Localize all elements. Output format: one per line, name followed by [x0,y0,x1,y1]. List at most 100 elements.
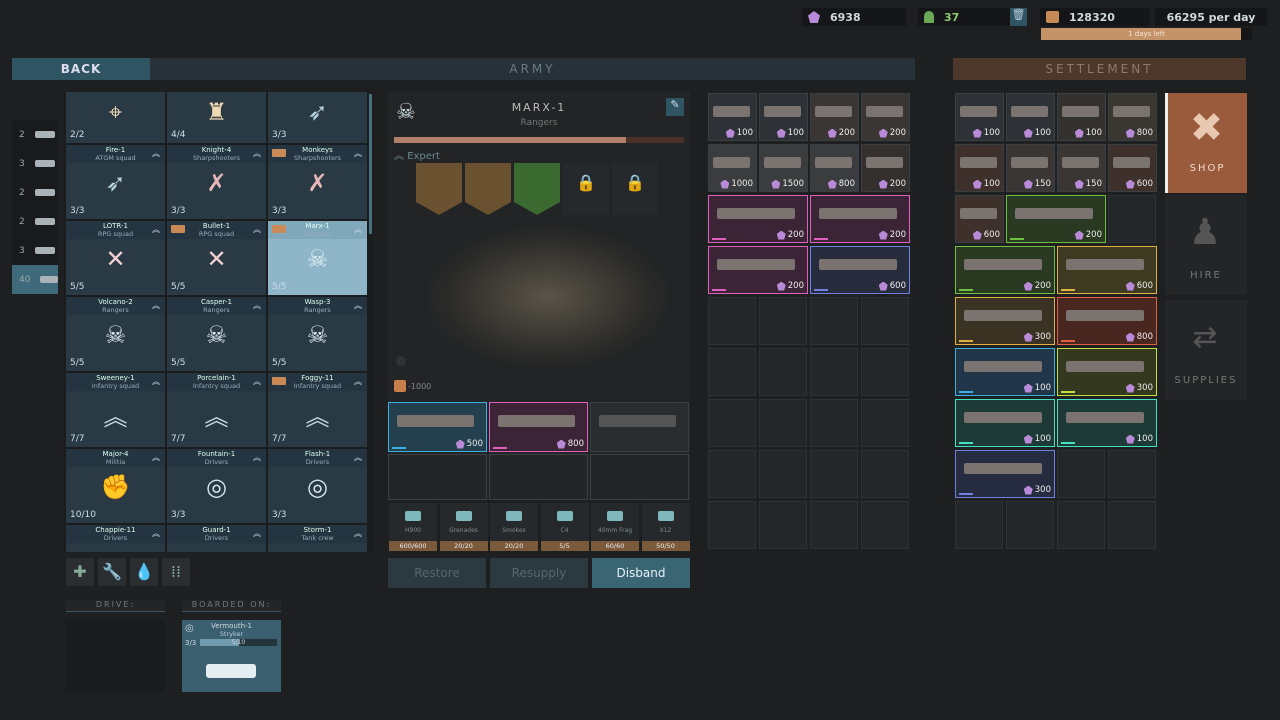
empty-slot[interactable] [861,450,909,498]
unit-card[interactable]: Casper-1 Rangers ︽ ☠ 5/5 [167,297,266,371]
perk-camo-icon[interactable] [465,163,511,215]
empty-slot[interactable] [759,450,807,498]
ammo-slot[interactable]: C4 5/5 [540,503,589,551]
unit-card[interactable]: LOTR-1 RPG squad ︽ ✕ 5/5 [66,221,165,295]
ammo-slot[interactable]: 40mm Frag 60/60 [591,503,639,551]
ammo-slot[interactable]: H900 600/600 [389,503,437,551]
item-card[interactable]: 150 [1057,144,1106,192]
unit-card[interactable]: Marx-1 Rangers ︽ ☠ 5/5 [268,221,367,295]
unit-card[interactable]: Sweeney-1 Infantry squad ︽ ︽ 7/7 [66,373,165,447]
empty-slot[interactable] [1108,195,1156,243]
empty-slot[interactable] [861,399,909,447]
unit-card[interactable]: Porcelain-1 Infantry squad ︽ ︽ 7/7 [167,373,266,447]
ammo-slot[interactable]: X12 50/50 [641,503,690,551]
unit-card[interactable]: Flash-1 Drivers ︽ ◎ 3/3 [268,449,367,523]
empty-slot[interactable] [1108,450,1156,498]
item-card[interactable]: 1500 [759,144,808,192]
weapon-slot[interactable]: 800 [489,402,588,452]
empty-slot[interactable] [1057,450,1105,498]
item-card[interactable]: 150 [1006,144,1055,192]
boarded-vehicle-card[interactable]: Vermouth-1 Stryker ◎ 3/3 5/10 [182,620,281,692]
unit-card[interactable]: Foggy-11 Infantry squad ︽ ︽ 7/7 [268,373,367,447]
empty-slot[interactable] [810,297,858,345]
unit-card[interactable]: Major-4 Militia ︽ ✊ 10/10 [66,449,165,523]
item-card[interactable]: 600 [810,246,910,294]
item-card[interactable]: 100 [1057,93,1106,141]
item-card[interactable]: 100 [955,93,1004,141]
item-card[interactable]: 200 [861,144,910,192]
unit-card[interactable]: Monkeys Sharpshooters ︽ ✗ 3/3 [268,145,367,219]
item-card[interactable]: 1000 [708,144,757,192]
ammo-slot[interactable]: Grenades 20/20 [439,503,488,551]
category-infantry[interactable]: 40 [12,265,58,294]
empty-slot[interactable] [708,348,756,396]
disband-button[interactable]: Disband [592,558,690,588]
item-card[interactable]: 300 [955,450,1055,498]
item-card[interactable]: 100 [759,93,808,141]
empty-slot[interactable] [1108,501,1156,549]
item-card[interactable]: 100 [955,348,1055,396]
empty-slot[interactable] [708,297,756,345]
ammo-icon[interactable]: ⁞⁞ [162,558,190,586]
item-card[interactable]: 600 [1108,144,1157,192]
item-card[interactable]: 200 [955,246,1055,294]
empty-slot[interactable] [1006,501,1054,549]
tab-hire[interactable]: ♟ HIRE [1165,195,1247,295]
item-card[interactable]: 300 [1057,348,1157,396]
unit-card[interactable]: Wasp-3 Rangers ︽ ☠ 5/5 [268,297,367,371]
empty-slot[interactable] [955,501,1003,549]
item-card[interactable]: 200 [810,195,910,243]
perk-medkit-icon[interactable] [514,163,560,215]
empty-slot[interactable] [810,399,858,447]
item-card[interactable]: 300 [955,297,1055,345]
drive-slot[interactable] [66,620,165,692]
back-button[interactable]: BACK [12,58,150,80]
item-card[interactable]: 600 [1057,246,1157,294]
item-card[interactable]: 200 [861,93,910,141]
category-tank[interactable]: 2 [12,178,58,207]
empty-slot[interactable] [708,501,756,549]
item-card[interactable]: 600 [955,195,1004,243]
unit-card[interactable]: Chappie-11 Drivers ︽ [66,525,165,552]
empty-weapon-slot[interactable] [489,454,588,500]
unit-card[interactable]: ♜ 4/4 [167,92,266,143]
empty-slot[interactable] [759,348,807,396]
category-apc[interactable]: 3 [12,236,58,265]
empty-slot[interactable] [861,348,909,396]
item-card[interactable]: 100 [1006,93,1055,141]
category-ifv[interactable]: 2 [12,207,58,236]
category-helicopter[interactable]: 2 [12,120,58,149]
tab-shop[interactable]: ✖ SHOP [1165,93,1247,193]
empty-weapon-slot[interactable] [388,454,487,500]
item-card[interactable]: 200 [708,246,808,294]
item-card[interactable]: 100 [708,93,757,141]
empty-slot[interactable] [861,501,909,549]
weapon-slot[interactable]: 500 [388,402,487,452]
category-artillery[interactable]: 3 [12,149,58,178]
unit-card[interactable]: Guard-1 Drivers ︽ [167,525,266,552]
empty-slot[interactable] [810,450,858,498]
item-card[interactable]: 200 [708,195,808,243]
empty-slot[interactable] [759,399,807,447]
empty-slot[interactable] [759,297,807,345]
item-card[interactable]: 200 [810,93,859,141]
weapon-slot[interactable] [590,402,689,452]
unit-card[interactable]: ⌖ 2/2 [66,92,165,143]
item-card[interactable]: 800 [1057,297,1157,345]
tab-supplies[interactable]: ⇄ SUPPLIES [1165,300,1247,400]
unit-card[interactable]: Fire-1 ATGM squad ︽ ➶ 3/3 [66,145,165,219]
item-card[interactable]: 800 [1108,93,1157,141]
empty-slot[interactable] [810,501,858,549]
empty-slot[interactable] [708,450,756,498]
item-card[interactable]: 100 [1057,399,1157,447]
ammo-slot[interactable]: Smokes 20/20 [490,503,538,551]
heal-icon[interactable]: ✚ [66,558,94,586]
empty-slot[interactable] [759,501,807,549]
unit-card[interactable]: Volcano-2 Rangers ︽ ☠ 5/5 [66,297,165,371]
item-card[interactable]: 100 [955,399,1055,447]
unit-card[interactable]: Knight-4 Sharpshooters ︽ ✗ 3/3 [167,145,266,219]
unit-card[interactable]: Bullet-1 RPG squad ︽ ✕ 5/5 [167,221,266,295]
item-card[interactable]: 100 [955,144,1004,192]
empty-slot[interactable] [1057,501,1105,549]
empty-slot[interactable] [810,348,858,396]
